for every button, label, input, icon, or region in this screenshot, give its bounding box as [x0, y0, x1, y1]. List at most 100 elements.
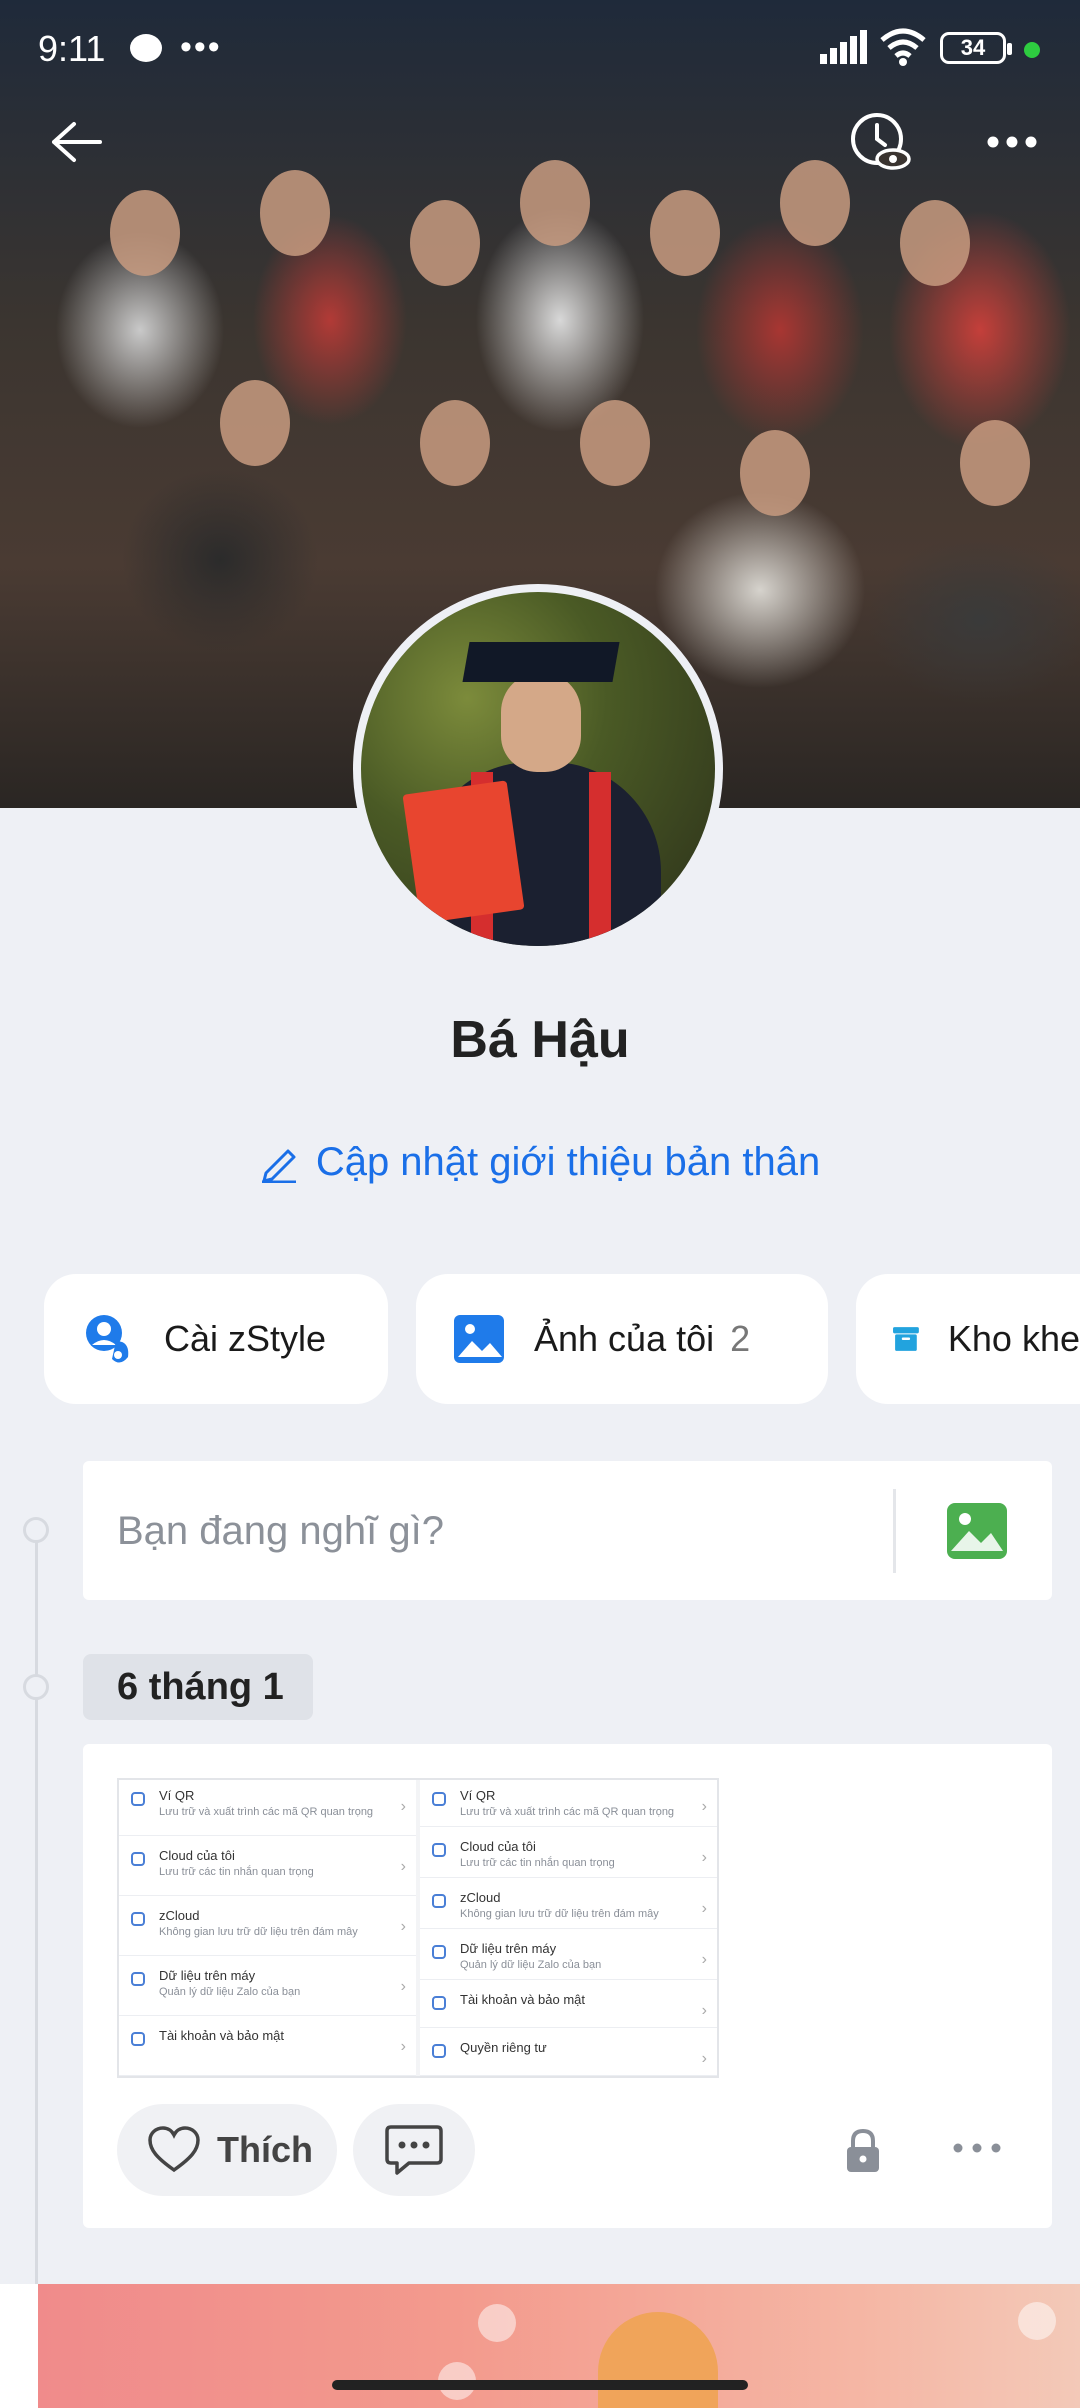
- chevron-right-icon: ›: [701, 2050, 707, 2067]
- settings-row-icon: [432, 1894, 446, 1908]
- settings-row: Cloud của tôi Lưu trữ các tin nhắn quan t…: [420, 1831, 717, 1878]
- settings-row-title: zCloud: [159, 1908, 200, 1923]
- settings-row-title: Quyền riêng tư: [460, 2040, 547, 2055]
- my-photos-button[interactable]: Ảnh của tôi 2: [416, 1274, 828, 1404]
- view-history-button[interactable]: [840, 102, 920, 182]
- chevron-right-icon: ›: [701, 2002, 707, 2019]
- post-more-button[interactable]: [947, 2128, 1007, 2168]
- chevron-right-icon: ›: [400, 1798, 406, 1815]
- composer-placeholder: Bạn đang nghĩ gì?: [117, 1509, 444, 1553]
- settings-row-title: Cloud của tôi: [460, 1839, 536, 1854]
- more-options-button[interactable]: [972, 102, 1052, 182]
- chat-bubble-icon: [130, 34, 162, 62]
- settings-row-icon: [131, 1792, 145, 1806]
- settings-row-icon: [131, 1912, 145, 1926]
- profile-name: Bá Hậu: [450, 1011, 630, 1069]
- wifi-icon: [880, 28, 926, 66]
- settings-row-icon: [131, 2032, 145, 2046]
- settings-row-subtitle: Lưu trữ và xuất trình các mã QR quan trọ…: [159, 1806, 374, 1818]
- settings-row-subtitle: Quản lý dữ liệu Zalo của bạn: [460, 1959, 602, 1971]
- settings-row-title: zCloud: [460, 1890, 501, 1905]
- settings-row-title: Ví QR: [460, 1788, 496, 1803]
- add-photo-icon[interactable]: [943, 1499, 1011, 1563]
- settings-row: zCloud Không gian lưu trữ dữ liệu trên đá…: [420, 1882, 717, 1929]
- battery-indicator: 34: [940, 32, 1012, 64]
- quick-actions-row: Cài zStyle Ảnh của tôi 2 Kho khe: [44, 1274, 1080, 1404]
- settings-row-title: Tài khoản và bảo mật: [460, 1992, 586, 2007]
- clock-eye-icon: [851, 113, 911, 170]
- heart-icon: [148, 2126, 200, 2173]
- settings-row: Cloud của tôi Lưu trữ các tin nhắn quan t…: [119, 1840, 416, 1896]
- signal-icon: [820, 30, 867, 64]
- settings-row-subtitle: Không gian lưu trữ dữ liệu trên đám mây: [460, 1908, 659, 1920]
- post-composer[interactable]: Bạn đang nghĩ gì?: [83, 1461, 1052, 1600]
- status-time: 9:11: [38, 28, 106, 69]
- settings-row-subtitle: Lưu trữ các tin nhắn quan trọng: [460, 1857, 615, 1869]
- settings-row-title: Dữ liệu trên máy: [460, 1941, 557, 1956]
- chevron-right-icon: ›: [701, 1951, 707, 1968]
- more-horizontal-icon: [987, 136, 1037, 148]
- post-card: Ví QR Lưu trữ và xuất trình các mã QR qua…: [83, 1744, 1052, 2228]
- settings-row-icon: [131, 1852, 145, 1866]
- settings-row-subtitle: Quản lý dữ liệu Zalo của bạn: [159, 1986, 301, 1998]
- settings-row-icon: [432, 1945, 446, 1959]
- settings-row: Tài khoản và bảo mật ›: [119, 2020, 416, 2076]
- privacy-indicator-dot: [1024, 42, 1040, 58]
- post-image-right: Ví QR Lưu trữ và xuất trình các mã QR qua…: [420, 1780, 717, 2076]
- timeline-dot: [23, 1517, 49, 1543]
- like-button[interactable]: Thích: [117, 2104, 337, 2196]
- storage-button[interactable]: Kho khe: [856, 1274, 1080, 1404]
- more-horizontal-icon: [953, 2143, 1001, 2153]
- zstyle-button[interactable]: Cài zStyle: [44, 1274, 388, 1404]
- chevron-right-icon: ›: [701, 1900, 707, 1917]
- update-bio-link[interactable]: Cập nhật giới thiệu bản thân: [0, 1140, 1080, 1185]
- notification-dots: •••: [180, 28, 222, 66]
- chevron-right-icon: ›: [400, 2038, 406, 2055]
- my-photos-label: Ảnh của tôi: [534, 1318, 715, 1359]
- shiba-sticker: [598, 2312, 718, 2408]
- post-image[interactable]: Ví QR Lưu trữ và xuất trình các mã QR qua…: [117, 1778, 719, 2078]
- chevron-right-icon: ›: [701, 1849, 707, 1866]
- lock-icon[interactable]: [843, 2128, 883, 2174]
- zstyle-icon: [86, 1315, 129, 1363]
- like-label: Thích: [217, 2129, 313, 2170]
- settings-row-title: Tài khoản và bảo mật: [159, 2028, 285, 2043]
- post-image-left: Ví QR Lưu trữ và xuất trình các mã QR qua…: [119, 1780, 416, 2076]
- my-photos-count: 2: [730, 1318, 751, 1359]
- timeline-line: [35, 1520, 38, 2360]
- settings-row: Quyền riêng tư ›: [420, 2032, 717, 2076]
- comment-icon: [385, 2125, 443, 2175]
- chevron-right-icon: ›: [701, 1798, 707, 1815]
- settings-row-icon: [131, 1972, 145, 1986]
- storage-label: Kho khe: [947, 1318, 1080, 1359]
- settings-row-icon: [432, 2044, 446, 2058]
- chevron-right-icon: ›: [400, 1978, 406, 1995]
- avatar[interactable]: [353, 584, 723, 954]
- settings-row-subtitle: Lưu trữ các tin nhắn quan trọng: [159, 1866, 314, 1878]
- timeline-date: 6 tháng 1: [83, 1654, 313, 1720]
- arrow-left-icon: [52, 122, 102, 162]
- settings-row-icon: [432, 1996, 446, 2010]
- chevron-right-icon: ›: [400, 1918, 406, 1935]
- settings-row: zCloud Không gian lưu trữ dữ liệu trên đá…: [119, 1900, 416, 1956]
- settings-row: Dữ liệu trên máy Quản lý dữ liệu Zalo của…: [420, 1933, 717, 1980]
- settings-row-icon: [432, 1792, 446, 1806]
- settings-row-title: Dữ liệu trên máy: [159, 1968, 256, 1983]
- back-button[interactable]: [36, 102, 116, 182]
- settings-row: Ví QR Lưu trữ và xuất trình các mã QR qua…: [420, 1780, 717, 1827]
- composer-divider: [893, 1489, 896, 1573]
- pencil-icon: [261, 1149, 296, 1183]
- timeline-dot: [23, 1674, 49, 1700]
- update-bio-label: Cập nhật giới thiệu bản thân: [315, 1140, 821, 1184]
- photo-icon: [454, 1315, 504, 1363]
- settings-row-title: Cloud của tôi: [159, 1848, 235, 1863]
- avatar-photo: [361, 592, 715, 946]
- settings-row-title: Ví QR: [159, 1788, 195, 1803]
- settings-row-subtitle: Lưu trữ và xuất trình các mã QR quan trọ…: [460, 1806, 675, 1818]
- chevron-right-icon: ›: [400, 1858, 406, 1875]
- archive-box-icon: [893, 1327, 919, 1351]
- home-indicator[interactable]: [332, 2380, 748, 2390]
- settings-row-subtitle: Không gian lưu trữ dữ liệu trên đám mây: [159, 1926, 358, 1938]
- status-bar: 9:11 ••• 34: [0, 0, 1080, 100]
- comment-button[interactable]: [353, 2104, 475, 2196]
